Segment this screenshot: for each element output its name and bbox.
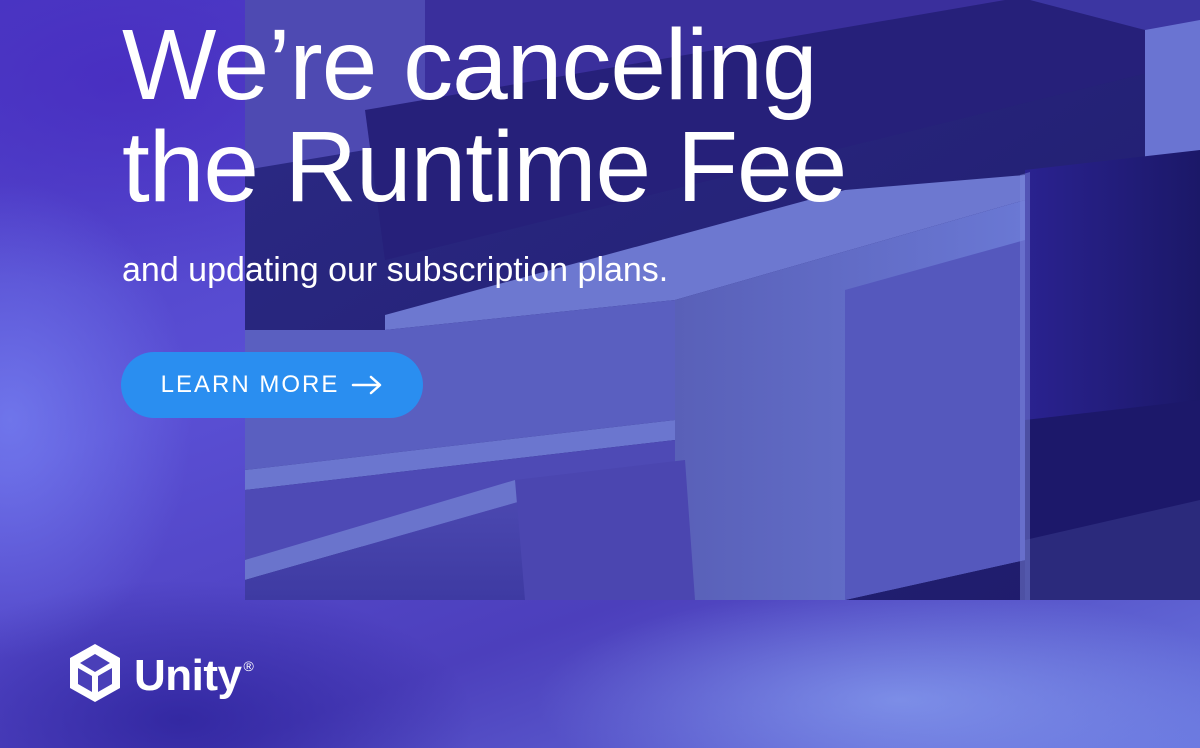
- headline-line-2: the Runtime Fee: [122, 111, 847, 223]
- unity-cube-icon: [66, 642, 124, 709]
- registered-mark: ®: [243, 658, 254, 674]
- subheadline: and updating our subscription plans.: [122, 251, 669, 289]
- learn-more-label: LEARN MORE: [160, 371, 340, 398]
- brand-name: Unity: [134, 650, 242, 700]
- arrow-right-icon: [351, 375, 383, 395]
- unity-logo[interactable]: Unity ®: [66, 642, 254, 709]
- headline: We’re canceling the Runtime Fee: [122, 9, 847, 223]
- headline-line-1: We’re canceling: [122, 9, 818, 121]
- learn-more-button[interactable]: LEARN MORE: [121, 352, 423, 418]
